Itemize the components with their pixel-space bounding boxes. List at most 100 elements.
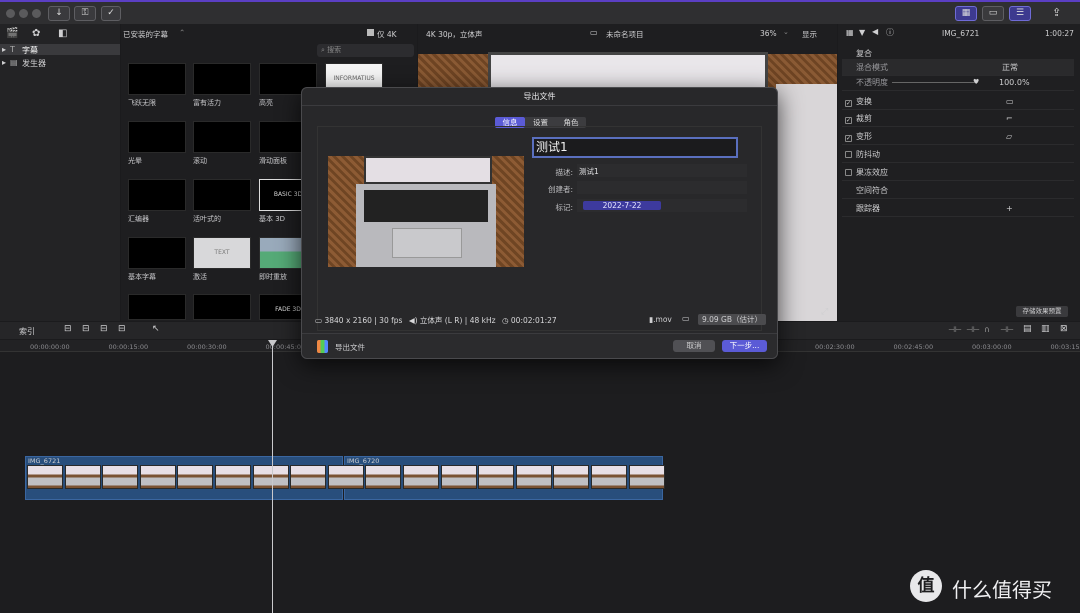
connect-clip-icon[interactable]: ⊟ — [64, 324, 72, 334]
onscreen-control-icon[interactable]: ▭ — [1006, 93, 1014, 110]
spatial-conform-row: 空间符合 — [842, 182, 1074, 199]
sort-chevron-icon[interactable]: ⌃ — [179, 28, 185, 37]
skimming-icon[interactable]: ⊣⊢ — [948, 325, 962, 334]
effect-row: 果冻效应 — [842, 164, 1074, 181]
search-placeholder: 搜索 — [327, 46, 342, 54]
effect-label: 果冻效应 — [856, 168, 888, 177]
title-thumbnail[interactable] — [128, 121, 186, 153]
append-clip-icon[interactable]: ⊟ — [100, 324, 108, 334]
speaker-icon: ◀) — [408, 316, 418, 325]
zoom-window-button[interactable] — [32, 9, 41, 18]
checkbox[interactable]: ✓ — [845, 117, 852, 124]
watermark-text: 什么值得买 — [952, 578, 1052, 602]
transitions-browser-icon[interactable]: ⊠ — [1060, 324, 1068, 334]
export-name-field[interactable]: 测试1 — [532, 137, 738, 158]
filmstrip-icon[interactable] — [367, 29, 374, 36]
onscreen-control-icon[interactable]: ▱ — [1006, 128, 1012, 145]
zoom-level[interactable]: 36% — [760, 29, 777, 38]
title-thumbnail[interactable] — [193, 294, 251, 320]
title-thumbnail[interactable] — [128, 294, 186, 320]
titles-generators-icon[interactable]: ◧ — [58, 28, 67, 39]
effect-row: 防抖动 — [842, 146, 1074, 163]
next-button[interactable]: 下一步... — [722, 340, 767, 352]
insert-clip-icon[interactable]: ⊟ — [82, 324, 90, 334]
keyword-button[interactable]: ⚿ — [74, 6, 96, 21]
photos-icon[interactable]: ✿ — [32, 28, 40, 39]
title-thumbnail[interactable] — [193, 63, 251, 95]
chevron-down-icon: ⌄ — [783, 28, 789, 36]
clapper-icon[interactable]: 🎬 — [6, 28, 18, 39]
title-thumbnail[interactable] — [128, 237, 186, 269]
effect-label: 变换 — [856, 97, 872, 106]
library-sidebar: 🎬 ✿ ◧ ▸ T 字幕 ▸ ▤ 发生器 — [0, 24, 120, 321]
filmstrip-frame — [365, 465, 402, 489]
slider-knob-icon[interactable]: ♥ — [973, 74, 979, 91]
browser-toggle-button[interactable]: ▦ — [955, 6, 977, 21]
save-effects-preset-button[interactable]: 存储效果预置 — [1016, 306, 1068, 317]
headphones-icon[interactable]: ∩ — [984, 325, 990, 334]
select-tool-icon[interactable]: ↖ — [152, 324, 160, 334]
inspector-toggle-button[interactable]: ☰ — [1009, 6, 1031, 21]
title-thumbnail[interactable] — [193, 179, 251, 211]
opacity-slider[interactable] — [892, 82, 978, 83]
filmstrip-frame — [177, 465, 214, 489]
export-summary: ▭ 3840 x 2160 | 30 fps ◀) 立体声 (L R) | 48… — [315, 316, 557, 325]
filmstrip-frame — [290, 465, 327, 489]
monitor-icon: ▭ — [682, 314, 690, 323]
file-extension: ▮.mov — [649, 315, 672, 324]
description-field[interactable]: 测试1 — [577, 164, 747, 177]
browser-title[interactable]: 已安装的字幕 — [123, 29, 168, 40]
checkbox[interactable]: ✓ — [845, 135, 852, 142]
spatial-conform-label[interactable]: 空间符合 — [856, 186, 888, 195]
section-title: 复合 — [856, 49, 872, 58]
opacity-value[interactable]: 100.0 — [999, 74, 1022, 91]
overwrite-clip-icon[interactable]: ⊟ — [118, 324, 126, 334]
snapping-icon[interactable]: ⊣⊢ — [1000, 325, 1014, 334]
video-inspector-icon[interactable]: ▦ — [846, 28, 854, 37]
thumbnail-label: 汇编器 — [128, 215, 149, 223]
info-icon[interactable]: ⓘ — [886, 27, 894, 38]
close-window-button[interactable] — [6, 9, 15, 18]
title-thumbnail[interactable]: TEXT — [193, 237, 251, 269]
export-file-icon — [317, 340, 328, 353]
filmstrip-frame — [403, 465, 439, 489]
creator-field[interactable] — [577, 181, 747, 194]
minimize-window-button[interactable] — [19, 9, 28, 18]
viewer-format: 4K 30p，立体声 — [426, 30, 483, 39]
display-menu[interactable]: 显示 — [802, 29, 817, 40]
only-4k-filter[interactable]: 仅 4K — [377, 29, 397, 40]
title-thumbnail[interactable] — [193, 121, 251, 153]
tag-token[interactable]: 2022-7-22 — [583, 201, 661, 210]
fullscreen-icon[interactable]: ⤢ — [821, 307, 828, 317]
effects-browser-icon[interactable]: ▥ — [1041, 324, 1050, 334]
clip-appearance-icon[interactable]: ▤ — [1023, 324, 1032, 334]
add-tracker-button[interactable]: + — [1006, 200, 1013, 217]
index-button[interactable]: 索引 — [19, 326, 35, 337]
playhead[interactable] — [272, 340, 273, 613]
effect-row: ✓ 变形 ▱ — [842, 128, 1074, 145]
tags-field[interactable]: 2022-7-22 — [577, 199, 747, 212]
audio-skimming-icon[interactable]: ⊣⊢ — [966, 325, 980, 334]
clapper-icon: ▭ — [590, 28, 598, 37]
checkbox[interactable] — [845, 169, 852, 176]
ruler-timecode: 00:00:30:00 — [187, 343, 227, 351]
filter-icon[interactable]: ▼ — [859, 28, 865, 37]
title-thumbnail[interactable] — [128, 63, 186, 95]
checkbox[interactable]: ✓ — [845, 100, 852, 107]
share-icon[interactable]: ⇪ — [1052, 6, 1061, 19]
onscreen-control-icon[interactable]: ⌐ — [1006, 110, 1013, 127]
checkbox[interactable] — [845, 151, 852, 158]
search-input[interactable]: ⌕ 搜索 — [317, 44, 414, 57]
laptop-trackpad — [392, 228, 462, 258]
cancel-button[interactable]: 取消 — [673, 340, 715, 352]
thumbnail-label: 基本 3D — [259, 215, 286, 223]
sidebar-item-generators[interactable]: ▸ ▤ 发生器 — [0, 57, 120, 68]
title-thumbnail[interactable] — [128, 179, 186, 211]
audio-icon[interactable]: ◀ — [872, 27, 878, 36]
audio-channels-value: 立体声 (L R) — [419, 316, 463, 325]
import-button[interactable]: ↓ — [48, 6, 70, 21]
background-tasks-button[interactable]: ✓ — [101, 6, 121, 21]
file-extension-value: .mov — [653, 315, 672, 324]
timeline-toggle-button[interactable]: ▭ — [982, 6, 1004, 21]
sidebar-item-titles[interactable]: ▸ T 字幕 — [0, 44, 120, 55]
